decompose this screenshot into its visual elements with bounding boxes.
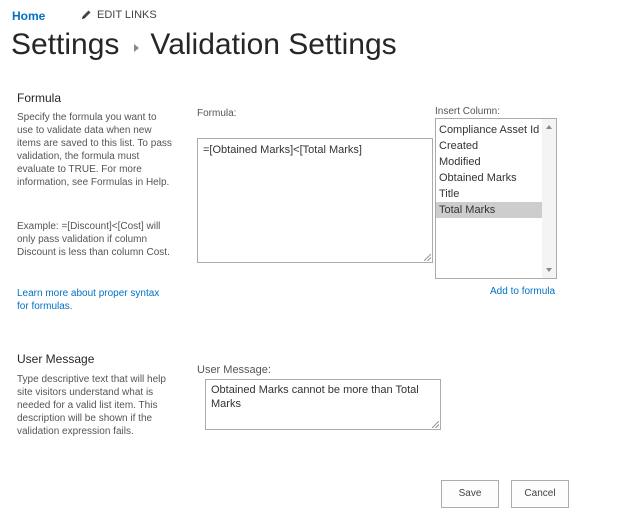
scroll-up-icon[interactable] — [546, 125, 552, 129]
user-message-label: User Message: — [197, 364, 271, 376]
user-message-value: Obtained Marks cannot be more than Total… — [211, 384, 419, 410]
save-button[interactable]: Save — [441, 480, 499, 508]
column-option-total-marks[interactable]: Total Marks — [436, 202, 542, 218]
breadcrumb-current: Validation Settings — [150, 28, 397, 61]
column-option-modified[interactable]: Modified — [436, 154, 542, 170]
resize-grip-icon[interactable] — [432, 421, 439, 428]
scroll-down-icon[interactable] — [546, 268, 552, 272]
user-message-textarea[interactable]: Obtained Marks cannot be more than Total… — [205, 379, 441, 430]
column-option-compliance-asset-id[interactable]: Compliance Asset Id — [436, 122, 542, 138]
formula-description: Specify the formula you want to use to v… — [17, 112, 172, 188]
insert-column-label: Insert Column: — [435, 106, 501, 117]
formula-label: Formula: — [197, 108, 237, 119]
formula-example: Example: =[Discount]<[Cost] will only pa… — [17, 221, 170, 258]
column-option-obtained-marks[interactable]: Obtained Marks — [436, 170, 542, 186]
formula-textarea[interactable]: =[Obtained Marks]<[Total Marks] — [197, 138, 433, 263]
breadcrumb-separator-icon — [134, 44, 140, 52]
insert-column-listbox[interactable]: Compliance Asset Id Created Modified Obt… — [435, 118, 557, 279]
edit-links-button[interactable]: EDIT LINKS — [80, 9, 157, 21]
listbox-scrollbar[interactable] — [542, 119, 556, 278]
user-message-section-heading: User Message — [17, 352, 95, 366]
column-option-created[interactable]: Created — [436, 138, 542, 154]
edit-links-label: EDIT LINKS — [97, 9, 157, 21]
page-title: Settings Validation Settings — [11, 28, 397, 62]
column-option-title[interactable]: Title — [436, 186, 542, 202]
learn-more-syntax-link[interactable]: Learn more about proper syntax for formu… — [17, 287, 167, 313]
add-to-formula-link[interactable]: Add to formula — [490, 285, 555, 298]
user-message-description: Type descriptive text that will help sit… — [17, 374, 166, 437]
cancel-button[interactable]: Cancel — [511, 480, 569, 508]
resize-grip-icon[interactable] — [424, 254, 431, 261]
home-link[interactable]: Home — [12, 9, 45, 23]
pencil-icon — [82, 10, 91, 19]
formula-value: =[Obtained Marks]<[Total Marks] — [203, 144, 362, 156]
breadcrumb-parent[interactable]: Settings — [11, 28, 119, 62]
formula-section-heading: Formula — [17, 91, 62, 105]
